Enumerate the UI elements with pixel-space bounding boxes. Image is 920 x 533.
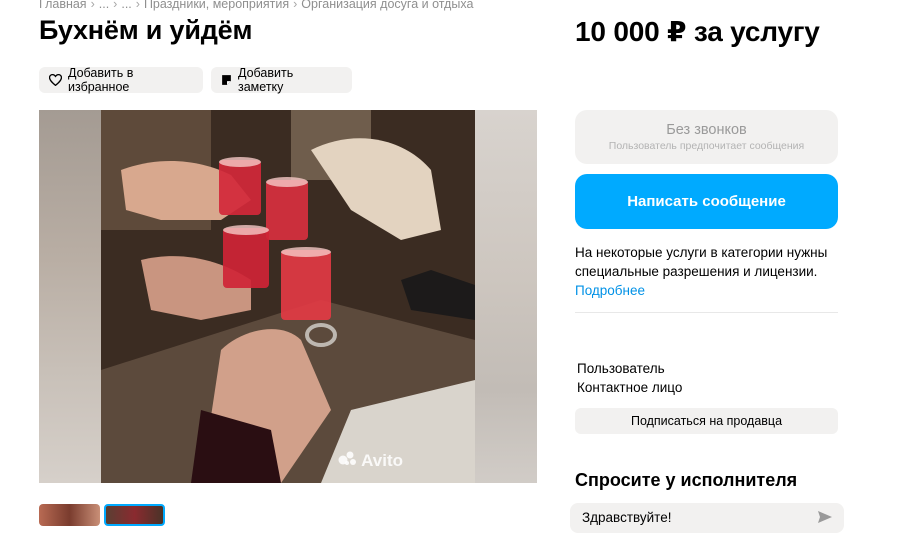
breadcrumb-item-collapsed-2[interactable]: ... [121,0,131,11]
gallery-blur-right [475,110,537,483]
seller-info: Пользователь Контактное лицо [577,359,682,397]
gallery-blur-left [39,110,101,483]
ask-input-value: Здравствуйте! [582,510,672,525]
chevron-right-icon: › [90,0,95,11]
add-to-favorites-label: Добавить в избранное [68,66,134,94]
seller-name[interactable]: Пользователь [577,359,682,378]
page-title: Бухнём и уйдём [39,15,253,45]
main-photo[interactable]: Avito [101,110,475,483]
license-notice: На некоторые услуги в категории нужны сп… [575,243,845,300]
send-icon[interactable] [818,511,832,526]
ask-section-title: Спросите у исполнителя [575,470,798,490]
add-note-button[interactable]: Добавить заметку [211,66,352,94]
divider [575,312,838,313]
breadcrumb-item-home[interactable]: Главная [39,0,87,11]
note-icon [221,74,232,86]
add-note-label: Добавить заметку [238,66,294,94]
photo-illustration [101,110,475,483]
ask-message-input[interactable]: Здравствуйте! [570,503,844,533]
more-info-link[interactable]: Подробнее [575,281,845,300]
license-notice-text: На некоторые услуги в категории нужны сп… [575,245,828,279]
breadcrumb-item-holidays[interactable]: Праздники, мероприятия [144,0,289,11]
photo-gallery[interactable]: Avito [39,110,537,483]
avito-watermark: Avito [338,450,403,471]
thumbnail[interactable] [39,504,100,526]
no-calls-sublabel: Пользователь предпочитает сообщения [608,140,805,152]
thumbnail-selected[interactable] [104,504,165,526]
add-to-favorites-button[interactable]: Добавить в избранное [39,66,203,94]
chevron-right-icon: › [135,0,140,11]
no-calls-button[interactable]: Без звонков Пользователь предпочитает со… [575,110,838,164]
heart-icon [49,74,62,86]
subscribe-seller-button[interactable]: Подписаться на продавца [575,408,838,434]
breadcrumb-item-collapsed-1[interactable]: ... [99,0,109,11]
seller-role: Контактное лицо [577,380,683,395]
write-message-button[interactable]: Написать сообщение [575,174,838,229]
no-calls-label: Без звонков [666,122,747,138]
chevron-right-icon: › [113,0,118,11]
thumbnail-strip [39,504,165,526]
price: 10 000 ₽ за услугу [575,16,820,47]
watermark-label: Avito [361,450,403,470]
avito-logo-icon [338,450,358,471]
breadcrumb: Главная ›... ›... › Праздники, мероприятия › О… [39,0,473,11]
breadcrumb-item-leisure[interactable]: Организация досуга и отдыха [301,0,473,11]
chevron-right-icon: › [293,0,298,11]
